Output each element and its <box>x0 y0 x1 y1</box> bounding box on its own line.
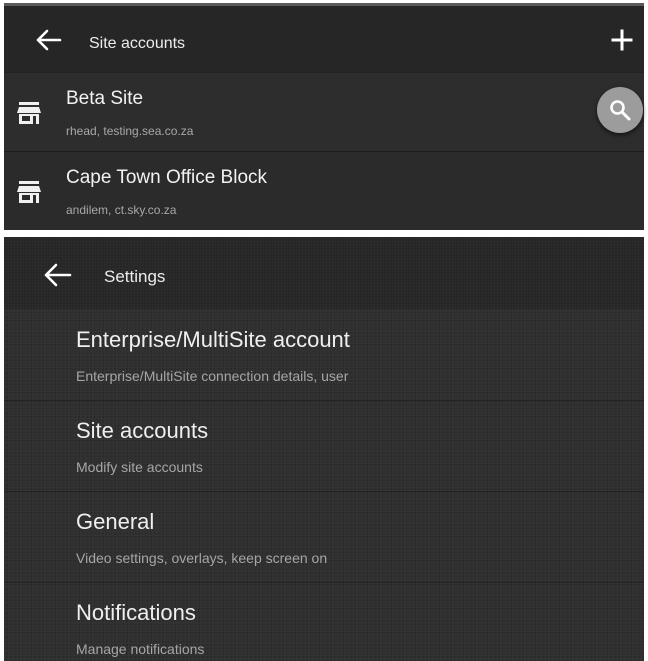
settings-item-title: Enterprise/MultiSite account <box>76 327 350 352</box>
store-icon <box>16 101 42 125</box>
settings-item-subtitle: Enterprise/MultiSite connection details,… <box>76 368 349 384</box>
plus-icon[interactable] <box>610 28 634 52</box>
site-accounts-screen: Site accounts Beta Site rhead, testing.s… <box>4 3 644 230</box>
search-fab-button[interactable] <box>597 87 643 133</box>
site-account-name: Beta Site <box>66 88 144 109</box>
site-account-item-cape-town-office-block[interactable]: Cape Town Office Block andilem, ct.sky.c… <box>4 152 644 230</box>
settings-item-subtitle: Modify site accounts <box>76 459 203 475</box>
settings-item-title: General <box>76 509 155 534</box>
settings-item-title: Site accounts <box>76 418 209 443</box>
site-account-details: rhead, testing.sea.co.za <box>66 124 194 138</box>
site-account-item-beta-site[interactable]: Beta Site rhead, testing.sea.co.za <box>4 73 644 151</box>
store-icon <box>16 180 42 204</box>
settings-item-general[interactable]: General Video settings, overlays, keep s… <box>4 492 644 582</box>
arrow-back-icon[interactable] <box>42 262 72 288</box>
settings-app-bar: Settings <box>4 237 644 309</box>
site-accounts-title: Site accounts <box>89 35 186 52</box>
site-account-name: Cape Town Office Block <box>66 167 268 188</box>
settings-item-enterprise-multisite-account[interactable]: Enterprise/MultiSite account Enterprise/… <box>4 310 644 400</box>
site-account-details: andilem, ct.sky.co.za <box>66 203 177 217</box>
settings-screen: Settings Enterprise/MultiSite account En… <box>4 237 644 661</box>
settings-item-subtitle: Manage notifications <box>76 641 205 657</box>
settings-title: Settings <box>104 267 166 286</box>
settings-item-site-accounts[interactable]: Site accounts Modify site accounts <box>4 401 644 491</box>
settings-item-subtitle: Video settings, overlays, keep screen on <box>76 550 328 566</box>
settings-item-notifications[interactable]: Notifications Manage notifications <box>4 583 644 661</box>
search-icon <box>610 100 631 121</box>
arrow-back-icon[interactable] <box>34 28 62 52</box>
site-accounts-app-bar: Site accounts <box>4 6 644 72</box>
settings-item-title: Notifications <box>76 600 196 625</box>
